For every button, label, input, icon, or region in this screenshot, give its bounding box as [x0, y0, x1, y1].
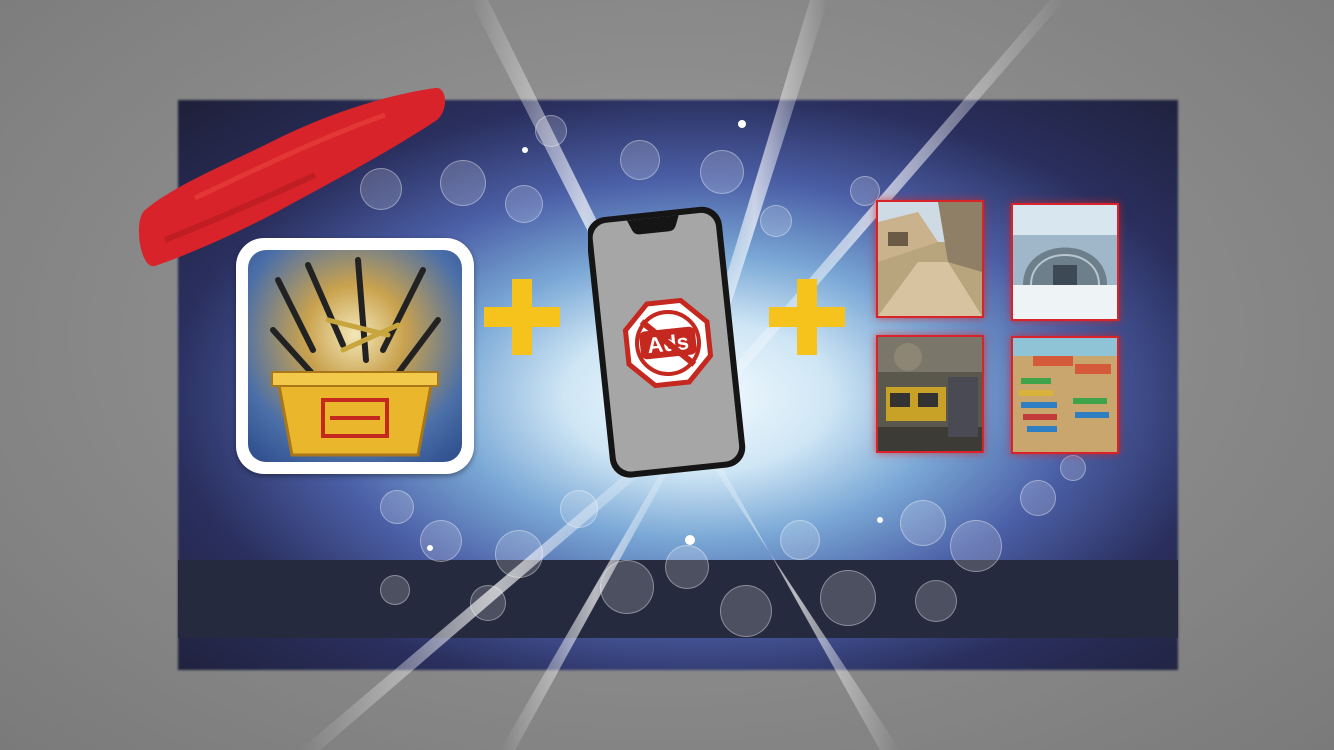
case-app-icon — [236, 238, 474, 474]
bokeh — [915, 580, 957, 622]
map-thumbnail — [1011, 203, 1119, 321]
no-ads-phone: Ads — [588, 206, 746, 478]
bokeh — [700, 150, 744, 194]
bokeh — [600, 560, 654, 614]
map-thumbnail — [876, 335, 984, 453]
map-thumbnail — [1011, 336, 1119, 454]
bokeh — [495, 530, 543, 578]
weapon-case-icon — [248, 250, 462, 462]
bokeh — [665, 545, 709, 589]
bokeh — [820, 570, 876, 626]
plus-icon — [484, 279, 560, 355]
bokeh — [620, 140, 660, 180]
bokeh — [1060, 455, 1086, 481]
bokeh — [560, 490, 598, 528]
bokeh — [380, 490, 414, 524]
plus-icon — [769, 279, 845, 355]
bokeh — [1020, 480, 1056, 516]
bokeh — [380, 575, 410, 605]
bokeh — [470, 585, 506, 621]
bokeh — [950, 520, 1002, 572]
map-thumbnail — [876, 200, 984, 318]
bokeh — [535, 115, 567, 147]
bokeh — [505, 185, 543, 223]
bokeh — [720, 585, 772, 637]
bokeh — [900, 500, 946, 546]
bokeh — [780, 520, 820, 560]
bokeh — [420, 520, 462, 562]
bokeh — [760, 205, 792, 237]
